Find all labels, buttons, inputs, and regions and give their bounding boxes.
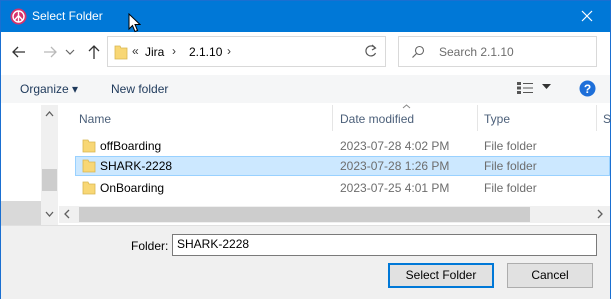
file-type: File folder bbox=[484, 139, 537, 153]
scroll-right-icon[interactable] bbox=[597, 209, 603, 219]
folder-icon bbox=[114, 45, 128, 60]
folder-icon bbox=[82, 159, 96, 173]
window-title: Select Folder bbox=[32, 9, 103, 23]
breadcrumb-separator-icon[interactable]: › bbox=[227, 44, 231, 58]
svg-text:?: ? bbox=[584, 82, 591, 96]
file-type: File folder bbox=[484, 181, 537, 195]
view-dropdown-icon[interactable] bbox=[542, 84, 551, 90]
search-placeholder: Search 2.1.10 bbox=[439, 45, 514, 59]
breadcrumb-2-1-10[interactable]: 2.1.10 bbox=[189, 45, 222, 59]
up-arrow-icon bbox=[88, 45, 100, 59]
help-icon[interactable]: ? bbox=[579, 80, 596, 97]
column-divider[interactable] bbox=[477, 105, 478, 131]
file-name: SHARK-2228 bbox=[100, 159, 173, 173]
chevron-down-icon bbox=[65, 49, 75, 55]
mouse-cursor-icon bbox=[128, 13, 141, 33]
back-button[interactable] bbox=[9, 42, 29, 62]
navigation-pane-item[interactable] bbox=[1, 201, 41, 225]
back-arrow-icon bbox=[12, 46, 25, 58]
file-type: File folder bbox=[484, 159, 537, 173]
navigation-scrollbar[interactable] bbox=[41, 105, 58, 225]
horizontal-scrollbar[interactable] bbox=[59, 206, 610, 223]
cancel-button[interactable]: Cancel bbox=[507, 263, 593, 288]
column-date-modified[interactable]: Date modified bbox=[340, 112, 414, 126]
file-date: 2023-07-28 1:26 PM bbox=[340, 159, 450, 173]
file-name: offBoarding bbox=[100, 139, 162, 153]
column-name[interactable]: Name bbox=[79, 112, 111, 126]
column-size[interactable]: S bbox=[603, 112, 611, 126]
new-folder-button[interactable]: New folder bbox=[111, 82, 168, 96]
refresh-button[interactable] bbox=[355, 37, 385, 66]
breadcrumb-separator-icon[interactable]: › bbox=[172, 44, 176, 58]
title-bar[interactable]: Select Folder bbox=[1, 1, 610, 32]
scroll-down-icon[interactable] bbox=[45, 211, 54, 217]
select-folder-button[interactable]: Select Folder bbox=[388, 263, 494, 288]
breadcrumb-overflow[interactable]: « bbox=[132, 44, 139, 58]
search-icon bbox=[412, 45, 425, 58]
sort-chevron-icon bbox=[402, 104, 411, 109]
address-bar[interactable]: « Jira › 2.1.10 › bbox=[107, 36, 386, 67]
column-divider[interactable] bbox=[596, 105, 597, 131]
list-item[interactable]: OnBoarding 2023-07-25 4:01 PM File folde… bbox=[75, 178, 610, 198]
folder-icon bbox=[82, 139, 96, 153]
recent-locations-button[interactable] bbox=[63, 42, 77, 62]
forward-arrow-icon bbox=[44, 46, 57, 58]
file-date: 2023-07-25 4:01 PM bbox=[340, 181, 450, 195]
refresh-icon bbox=[365, 44, 377, 57]
list-item-selected[interactable]: SHARK-2228 2023-07-28 1:26 PM File folde… bbox=[75, 156, 610, 176]
scrollbar-thumb[interactable] bbox=[42, 169, 57, 191]
scroll-left-icon[interactable] bbox=[64, 209, 70, 219]
file-name: OnBoarding bbox=[100, 181, 165, 195]
file-date: 2023-07-28 4:02 PM bbox=[340, 139, 450, 153]
folder-name-input[interactable]: SHARK-2228 bbox=[172, 234, 597, 256]
folder-label: Folder: bbox=[131, 239, 169, 253]
view-options-icon[interactable] bbox=[516, 81, 534, 95]
app-icon bbox=[10, 8, 27, 25]
organize-button[interactable]: Organize ▾ bbox=[20, 82, 78, 96]
close-icon bbox=[581, 10, 593, 22]
search-box[interactable]: Search 2.1.10 bbox=[398, 36, 597, 67]
column-divider[interactable] bbox=[332, 105, 333, 131]
select-folder-dialog: Select Folder « Jira › 2.1.10 › Search 2… bbox=[0, 0, 611, 299]
column-type[interactable]: Type bbox=[484, 112, 510, 126]
command-toolbar: Organize ▾ New folder ? bbox=[1, 75, 610, 103]
list-item[interactable]: offBoarding 2023-07-28 4:02 PM File fold… bbox=[75, 136, 610, 156]
column-headers: Name Date modified Type S bbox=[59, 104, 611, 131]
breadcrumb-jira[interactable]: Jira bbox=[145, 45, 164, 59]
close-button[interactable] bbox=[564, 1, 610, 32]
forward-button[interactable] bbox=[40, 42, 60, 62]
up-button[interactable] bbox=[84, 42, 104, 62]
folder-icon bbox=[82, 181, 96, 195]
dialog-footer: Folder: SHARK-2228 Select Folder Cancel bbox=[1, 225, 610, 299]
scroll-up-icon[interactable] bbox=[45, 111, 54, 117]
scrollbar-thumb[interactable] bbox=[79, 207, 530, 222]
